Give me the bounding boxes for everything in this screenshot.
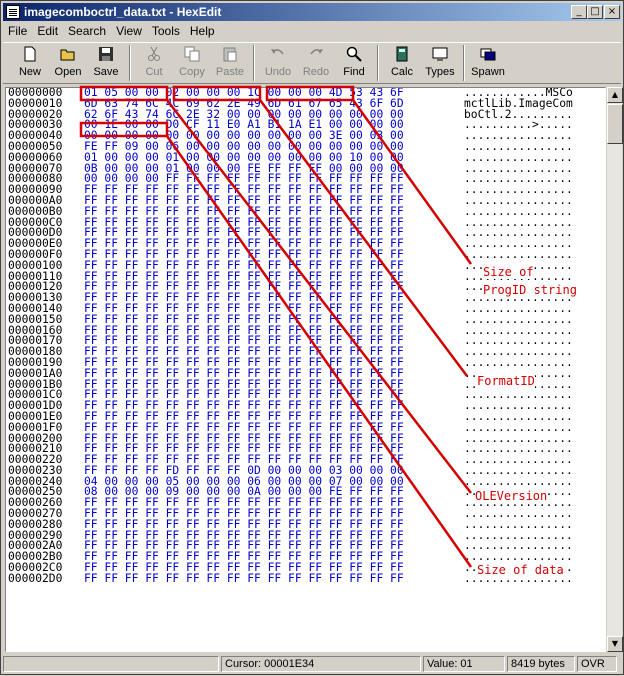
maximize-button[interactable]: □ [587, 5, 603, 19]
toolbar-separator [377, 45, 379, 81]
open-button[interactable]: Open [49, 43, 87, 83]
window-title: imagecomboctrl_data.txt - HexEdit [24, 5, 222, 19]
floppy-disk-icon [98, 46, 114, 62]
new-file-icon [22, 46, 38, 62]
toolbar: New Open Save Cut Copy Paste Undo Redo F… [3, 42, 621, 84]
close-button[interactable]: × [604, 5, 620, 19]
annotation-size-of-data: Size of data [477, 563, 564, 577]
status-cursor: Cursor: 00001E34 [221, 655, 421, 672]
annotation-progid-string: ProgID string [483, 283, 577, 297]
types-icon [432, 46, 448, 62]
status-value: Value: 01 [423, 655, 505, 672]
menu-edit[interactable]: Edit [32, 24, 63, 38]
toolbar-separator [129, 45, 131, 81]
undo-button[interactable]: Undo [259, 43, 297, 83]
open-folder-icon [60, 46, 76, 62]
spawn-icon [480, 46, 496, 62]
paste-button[interactable]: Paste [211, 43, 249, 83]
menu-file[interactable]: File [3, 24, 32, 38]
calc-button[interactable]: Calc [383, 43, 421, 83]
status-mode: OVR [577, 655, 617, 672]
menu-tools[interactable]: Tools [147, 24, 185, 38]
magnifier-icon [346, 46, 362, 62]
paste-icon [222, 46, 238, 62]
spawn-button[interactable]: Spawn [469, 43, 507, 83]
copy-button[interactable]: Copy [173, 43, 211, 83]
menu-view[interactable]: View [111, 24, 147, 38]
copy-icon [184, 46, 200, 62]
calculator-icon [394, 46, 410, 62]
toolbar-separator [253, 45, 255, 81]
row-hex-bytes[interactable]: FF FF FF FF FF FF FF FF FF FF FF FF FF F… [84, 573, 464, 585]
app-icon [6, 5, 20, 19]
row-address: 000002D0 [8, 571, 63, 585]
redo-button[interactable]: Redo [297, 43, 335, 83]
hex-rows: 00000000 01 05 00 00 02 00 00 00 1C 00 00… [8, 88, 573, 585]
cut-button[interactable]: Cut [135, 43, 173, 83]
scroll-thumb[interactable] [607, 104, 623, 144]
vertical-scrollbar[interactable]: ▲ ▼ [606, 87, 623, 652]
menu-bar: File Edit Search View Tools Help [3, 22, 621, 40]
scroll-up-icon[interactable]: ▲ [607, 87, 623, 103]
hexedit-window: imagecomboctrl_data.txt - HexEdit _ □ × … [0, 0, 624, 675]
redo-icon [308, 46, 324, 62]
menu-help[interactable]: Help [185, 24, 220, 38]
title-bar[interactable]: imagecomboctrl_data.txt - HexEdit _ □ × [3, 3, 621, 21]
scissors-icon [146, 46, 162, 62]
minimize-button[interactable]: _ [571, 5, 587, 19]
annotation-size-of: Size of [483, 265, 534, 279]
menu-search[interactable]: Search [63, 24, 111, 38]
status-bytes: 8419 bytes [507, 655, 575, 672]
annotation-formatid: FormatID [477, 374, 535, 388]
status-bar: Cursor: 00001E34 Value: 01 8419 bytes OV… [3, 654, 621, 673]
types-button[interactable]: Types [421, 43, 459, 83]
scroll-down-icon[interactable]: ▼ [607, 636, 623, 652]
annotation-oleversion: OLEVersion [475, 489, 548, 503]
find-button[interactable]: Find [335, 43, 373, 83]
save-button[interactable]: Save [87, 43, 125, 83]
status-blank [3, 655, 219, 672]
undo-icon [270, 46, 286, 62]
toolbar-separator [463, 45, 465, 81]
new-button[interactable]: New [11, 43, 49, 83]
